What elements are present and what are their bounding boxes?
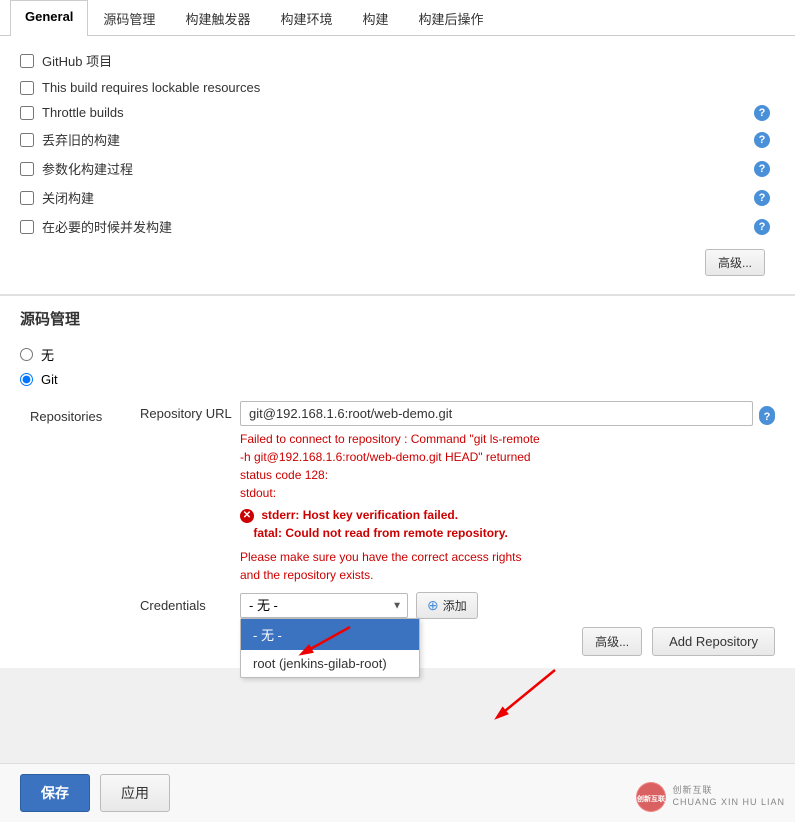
add-repository-button[interactable]: Add Repository — [652, 627, 775, 656]
help-icon-concurrent[interactable]: ? — [754, 219, 770, 235]
checkbox-disable[interactable] — [20, 191, 34, 205]
tab-build[interactable]: 构建 — [347, 0, 403, 36]
general-section: GitHub 项目 This build requires lockable r… — [0, 36, 795, 294]
add-icon: ⊕ — [427, 597, 439, 614]
repo-url-label: Repository URL — [140, 406, 240, 421]
checkbox-discard[interactable] — [20, 133, 34, 147]
label-lockable: This build requires lockable resources — [42, 80, 260, 95]
advanced-repo-button[interactable]: 高级... — [582, 627, 642, 656]
credentials-row: Credentials - 无 - root (jenkins-gilab-ro… — [140, 592, 775, 619]
source-section: 源码管理 无 Git Repositories Repository URL ?… — [0, 294, 795, 668]
radio-none[interactable] — [20, 348, 33, 361]
error-block: Failed to connect to repository : Comman… — [240, 430, 775, 584]
error-line2: -h git@192.168.1.6:root/web-demo.git HEA… — [240, 448, 775, 466]
label-disable: 关闭构建 — [42, 188, 94, 207]
label-throttle: Throttle builds — [42, 105, 124, 120]
source-section-title: 源码管理 — [20, 308, 775, 329]
error-bold1: stderr: Host key verification failed. — [261, 508, 458, 522]
watermark-logo: 创新互联 — [636, 782, 666, 812]
credentials-dropdown: - 无 - root (jenkins-gilab-root) — [240, 618, 420, 678]
checkbox-concurrent[interactable] — [20, 220, 34, 234]
radio-row-none: 无 — [20, 341, 775, 368]
checkbox-row-param: 参数化构建过程 ? — [20, 154, 775, 183]
repositories-area: Repositories Repository URL ? Failed to … — [20, 401, 775, 656]
radio-row-git: Git — [20, 368, 775, 391]
label-github: GitHub 项目 — [42, 51, 112, 70]
checkbox-github[interactable] — [20, 54, 34, 68]
checkbox-row-concurrent: 在必要的时候并发构建 ? — [20, 212, 775, 241]
dropdown-item-none[interactable]: - 无 - — [241, 619, 419, 650]
checkbox-row-lockable: This build requires lockable resources — [20, 75, 775, 100]
tab-post[interactable]: 构建后操作 — [403, 0, 498, 36]
checkbox-param[interactable] — [20, 162, 34, 176]
apply-button[interactable]: 应用 — [100, 774, 170, 812]
credentials-select-wrap: - 无 - root (jenkins-gilab-root) ▼ - 无 - … — [240, 593, 408, 618]
tab-bar: General 源码管理 构建触发器 构建环境 构建 构建后操作 — [0, 0, 795, 36]
repo-url-input[interactable] — [240, 401, 753, 426]
advanced-button[interactable]: 高级... — [705, 249, 765, 276]
error-bold2: fatal: Could not read from remote reposi… — [253, 526, 507, 540]
checkbox-row-github: GitHub 项目 — [20, 46, 775, 75]
credentials-label: Credentials — [140, 598, 240, 613]
checkbox-row-discard: 丢弃旧的构建 ? — [20, 125, 775, 154]
label-git: Git — [41, 372, 58, 387]
error-icon: ✕ — [240, 509, 254, 523]
checkbox-throttle[interactable] — [20, 106, 34, 120]
radio-git[interactable] — [20, 373, 33, 386]
watermark-text: 创新互联 CHUANG XIN HU LIAN — [672, 785, 785, 808]
error-exists-row: and the repository exists. — [240, 566, 775, 584]
watermark: 创新互联 创新互联 CHUANG XIN HU LIAN — [636, 782, 785, 812]
help-icon-repositories[interactable]: ? — [759, 409, 775, 425]
add-credentials-label: 添加 — [443, 597, 467, 614]
svg-text:创新互联: 创新互联 — [636, 794, 666, 803]
advanced-btn-row: 高级... — [20, 241, 775, 284]
error-line4: stdout: — [240, 484, 775, 502]
repo-url-row: Repository URL ? — [140, 401, 775, 426]
label-concurrent: 在必要的时候并发构建 — [42, 217, 172, 236]
error-access-row: Please make sure you have the correct ac… — [240, 548, 775, 566]
credentials-select[interactable]: - 无 - root (jenkins-gilab-root) — [240, 593, 408, 618]
checkbox-row-disable: 关闭构建 ? — [20, 183, 775, 212]
tab-env[interactable]: 构建环境 — [265, 0, 347, 36]
help-icon-disable[interactable]: ? — [754, 190, 770, 206]
repositories-content: Repository URL ? Failed to connect to re… — [130, 401, 775, 656]
label-param: 参数化构建过程 — [42, 159, 133, 178]
repositories-label: Repositories — [30, 401, 130, 424]
help-icon-throttle[interactable]: ? — [754, 105, 770, 121]
repo-action-row: 高级... Add Repository — [140, 627, 775, 656]
add-credentials-button[interactable]: ⊕ 添加 — [416, 592, 478, 619]
error-fatal-row: fatal: Could not read from remote reposi… — [240, 524, 775, 542]
tab-trigger[interactable]: 构建触发器 — [170, 0, 265, 36]
checkbox-row-throttle: Throttle builds ? — [20, 100, 775, 125]
error-line1: Failed to connect to repository : Comman… — [240, 430, 775, 448]
save-button[interactable]: 保存 — [20, 774, 90, 812]
label-discard: 丢弃旧的构建 — [42, 130, 120, 149]
checkbox-lockable[interactable] — [20, 81, 34, 95]
label-none: 无 — [41, 345, 54, 364]
tab-general[interactable]: General — [10, 0, 88, 36]
dropdown-item-root[interactable]: root (jenkins-gilab-root) — [241, 650, 419, 677]
tab-source[interactable]: 源码管理 — [88, 0, 170, 36]
help-icon-discard[interactable]: ? — [754, 132, 770, 148]
help-icon-param[interactable]: ? — [754, 161, 770, 177]
red-arrow-2 — [480, 665, 560, 728]
error-line3: status code 128: — [240, 466, 775, 484]
error-stderr-row: ✕ stderr: Host key verification failed. — [240, 506, 775, 524]
